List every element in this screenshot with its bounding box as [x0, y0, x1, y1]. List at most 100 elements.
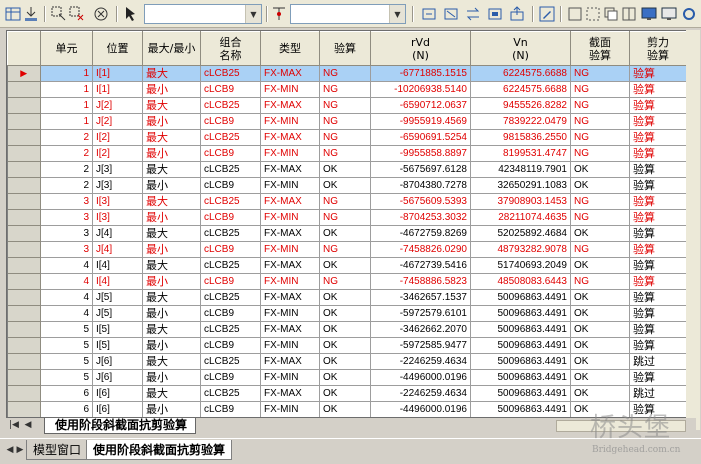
tab-model-window[interactable]: 模型窗口 — [26, 440, 89, 460]
element-cell[interactable]: 3 — [40, 225, 93, 242]
vn-cell[interactable]: 50096863.4491 — [470, 385, 571, 402]
rvd-cell[interactable]: -4496000.0196 — [370, 401, 471, 417]
rvd-cell[interactable]: -7458886.5823 — [370, 273, 471, 290]
max-min-cell[interactable]: 最大 — [142, 385, 201, 402]
max-min-cell[interactable]: 最小 — [142, 273, 201, 290]
position-cell[interactable]: I[6] — [92, 385, 143, 402]
type-cell[interactable]: FX-MAX — [260, 193, 320, 210]
shear-check-cell[interactable]: 验算 — [629, 145, 687, 162]
select-icon[interactable] — [50, 5, 68, 23]
vn-cell[interactable]: 37908903.1453 — [470, 193, 571, 210]
type-cell[interactable]: FX-MIN — [260, 177, 320, 194]
table-row[interactable]: 6 I[6] 最大 cLCB25 FX-MAX OK -2246259.4634 500968… — [7, 385, 687, 402]
shear-check-cell[interactable]: 跳过 — [629, 385, 687, 402]
position-cell[interactable]: J[3] — [92, 161, 143, 178]
type-header[interactable]: 类型 — [260, 31, 320, 66]
filter-combo[interactable]: ▼ — [290, 4, 406, 24]
combo-name-cell[interactable]: cLCB25 — [200, 225, 261, 242]
shear-check-cell[interactable]: 验算 — [629, 273, 687, 290]
combo-name-cell[interactable]: cLCB9 — [200, 81, 261, 98]
row-indicator[interactable] — [7, 401, 41, 417]
max-min-cell[interactable]: 最小 — [142, 369, 201, 386]
section-check-cell[interactable]: NG — [570, 81, 630, 98]
check-cell[interactable]: OK — [319, 225, 371, 242]
sheet-tab-shear-check[interactable]: 使用阶段斜截面抗剪验算 — [44, 418, 197, 434]
check-cell[interactable]: OK — [319, 401, 371, 417]
position-cell[interactable]: I[6] — [92, 401, 143, 417]
shear-check-cell[interactable]: 验算 — [629, 401, 687, 417]
type-cell[interactable]: FX-MIN — [260, 241, 320, 258]
combo-name-cell[interactable]: cLCB25 — [200, 385, 261, 402]
element-cell[interactable]: 4 — [40, 273, 93, 290]
selection-combo[interactable]: ▼ — [144, 4, 262, 24]
row-indicator[interactable]: ▶ — [7, 65, 41, 82]
rvd-cell[interactable]: -3462662.2070 — [370, 321, 471, 338]
type-cell[interactable]: FX-MIN — [260, 305, 320, 322]
vn-cell[interactable]: 50096863.4491 — [470, 369, 571, 386]
max-min-cell[interactable]: 最小 — [142, 113, 201, 130]
type-cell[interactable]: FX-MAX — [260, 225, 320, 242]
section-check-cell[interactable]: OK — [570, 369, 630, 386]
tab-first-icon[interactable]: |◀ — [8, 419, 20, 431]
combo-name-cell[interactable]: cLCB9 — [200, 401, 261, 417]
vn-cell[interactable]: 51740693.2049 — [470, 257, 571, 274]
section-check-cell[interactable]: NG — [570, 113, 630, 130]
section-check-cell[interactable]: OK — [570, 161, 630, 178]
type-cell[interactable]: FX-MIN — [260, 337, 320, 354]
tab-scroll-right-icon[interactable]: ▶ — [14, 444, 26, 456]
shear-check-cell[interactable]: 跳过 — [629, 353, 687, 370]
rvd-cell[interactable]: -2246259.4634 — [370, 353, 471, 370]
row-indicator[interactable] — [7, 177, 41, 194]
shear-check-cell[interactable]: 验算 — [629, 305, 687, 322]
swap-icon[interactable] — [464, 5, 482, 23]
table-row[interactable]: 2 J[3] 最小 cLCB9 FX-MIN OK -8704380.7278 3265029… — [7, 177, 687, 194]
section-check-cell[interactable]: NG — [570, 129, 630, 146]
table-row[interactable]: 4 I[4] 最大 cLCB25 FX-MAX OK -4672739.5416 517406… — [7, 257, 687, 274]
row-indicator[interactable] — [7, 161, 41, 178]
tab-prev-icon[interactable]: ◀ — [22, 419, 34, 431]
max-min-cell[interactable]: 最大 — [142, 65, 201, 82]
type-cell[interactable]: FX-MIN — [260, 81, 320, 98]
table-row[interactable]: 2 I[2] 最大 cLCB25 FX-MAX NG -6590691.5254 981583… — [7, 129, 687, 146]
table-row[interactable]: 3 J[4] 最小 cLCB9 FX-MIN NG -7458826.0290 4879328… — [7, 241, 687, 258]
combo-name-cell[interactable]: cLCB9 — [200, 369, 261, 386]
zoom-fit-icon[interactable] — [584, 5, 602, 23]
row-indicator[interactable] — [7, 129, 41, 146]
check-cell[interactable]: NG — [319, 241, 371, 258]
vn-cell[interactable]: 7839222.0479 — [470, 113, 571, 130]
vn-cell[interactable]: 32650291.1083 — [470, 177, 571, 194]
section-check-cell[interactable]: OK — [570, 225, 630, 242]
row-indicator[interactable] — [7, 145, 41, 162]
rvd-cell[interactable]: -4496000.0196 — [370, 369, 471, 386]
position-cell[interactable]: J[2] — [92, 113, 143, 130]
shear-check-cell[interactable]: 验算 — [629, 177, 687, 194]
section-check-cell[interactable]: OK — [570, 321, 630, 338]
position-cell[interactable]: I[3] — [92, 209, 143, 226]
import-icon[interactable] — [22, 5, 40, 23]
element-cell[interactable]: 6 — [40, 385, 93, 402]
type-cell[interactable]: FX-MIN — [260, 401, 320, 417]
element-cell[interactable]: 1 — [40, 81, 93, 98]
combo-name-cell[interactable]: cLCB9 — [200, 337, 261, 354]
shear-check-cell[interactable]: 验算 — [629, 289, 687, 306]
position-cell[interactable]: J[4] — [92, 225, 143, 242]
type-cell[interactable]: FX-MIN — [260, 209, 320, 226]
row-indicator[interactable] — [7, 193, 41, 210]
max-min-cell[interactable]: 最大 — [142, 257, 201, 274]
combo-name-cell[interactable]: cLCB9 — [200, 145, 261, 162]
check-cell[interactable]: NG — [319, 65, 371, 82]
section-check-cell[interactable]: NG — [570, 145, 630, 162]
row-indicator[interactable] — [7, 337, 41, 354]
check-cell[interactable]: OK — [319, 305, 371, 322]
combo-name-cell[interactable]: cLCB25 — [200, 289, 261, 306]
element-cell[interactable]: 3 — [40, 241, 93, 258]
check-cell[interactable]: OK — [319, 337, 371, 354]
check-cell[interactable]: OK — [319, 369, 371, 386]
shear-check-cell[interactable]: 验算 — [629, 161, 687, 178]
check-cell[interactable]: NG — [319, 113, 371, 130]
position-cell[interactable]: I[5] — [92, 321, 143, 338]
shear-check-cell[interactable]: 验算 — [629, 257, 687, 274]
section-check-cell[interactable]: NG — [570, 241, 630, 258]
element-cell[interactable]: 5 — [40, 369, 93, 386]
shear-check-cell[interactable]: 验算 — [629, 193, 687, 210]
